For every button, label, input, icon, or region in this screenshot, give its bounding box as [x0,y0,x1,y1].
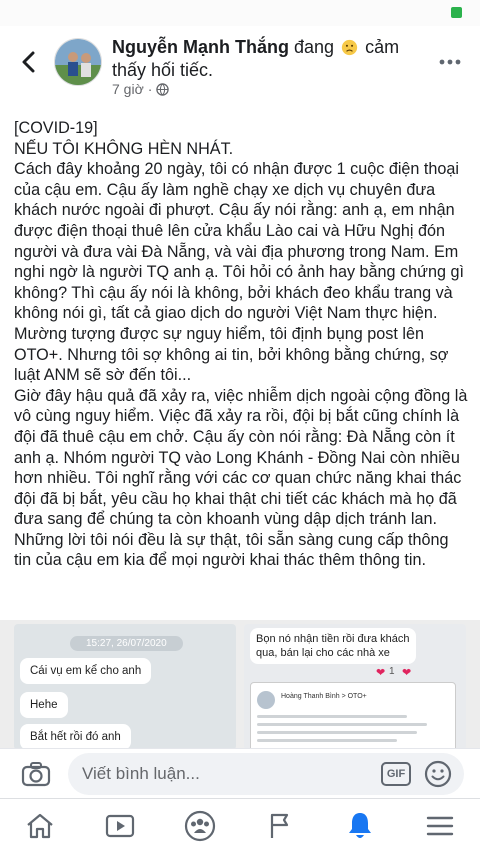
status-indicator-icon [451,7,462,18]
home-icon [27,813,53,839]
reaction-count: 1 [389,666,395,677]
post-photos: 15:27, 26/07/2020 Cái vụ em kể cho anh H… [0,620,480,748]
camera-button[interactable] [18,759,54,789]
heart-icon: ❤ [376,667,386,679]
gif-button[interactable]: GIF [381,762,411,786]
post-timestamp[interactable]: 7 giờ [112,81,144,97]
mini-author: Hoàng Thanh Bình > OTO+ [281,693,367,700]
nav-pages[interactable] [250,799,310,853]
chat-bubble: Bắt hết rồi đó anh [20,724,131,748]
more-options-button[interactable] [438,50,462,74]
smiley-icon [424,760,452,788]
post-paragraph: Cách đây khoảng 20 ngày, tôi có nhận đượ… [14,160,469,385]
post-paragraph: Những lời tôi nói đều là sự thật, tôi sẵ… [14,530,454,570]
pages-flag-icon [270,813,289,838]
author-line: Nguyễn Mạnh Thắng đang cảm thấy hối tiếc… [112,36,422,82]
heart-icon: ❤ [402,667,412,679]
menu-icon [426,816,454,836]
chevron-left-icon [22,51,35,73]
nav-groups[interactable] [170,799,230,853]
nav-menu[interactable] [410,799,470,853]
photo-chat-screenshot-right[interactable]: Bọn nó nhận tiền rồi đưa khách qua, bán … [244,624,466,748]
nav-watch[interactable] [90,799,150,853]
mini-post-screenshot: Hoàng Thanh Bình > OTO+ [250,682,456,748]
watch-icon [105,814,135,838]
chat-bubble: Bọn nó nhận tiền rồi đưa khách qua, bán … [250,628,416,664]
status-bar [0,0,480,26]
post-paragraph: Giờ đây hậu quả đã xảy ra, việc nhiễm dị… [14,386,472,529]
camera-icon [21,762,51,787]
emoji-button[interactable] [424,760,452,788]
sad-face-icon [341,39,358,56]
groups-icon [184,810,216,842]
notifications-bell-icon [349,813,371,838]
nav-home[interactable] [10,799,70,853]
photo-chat-screenshot-left[interactable]: 15:27, 26/07/2020 Cái vụ em kể cho anh H… [14,624,236,748]
feeling-prefix: đang [294,37,335,57]
globe-icon [156,82,170,96]
chat-bubble: Hehe [20,692,68,718]
post-header: Nguyễn Mạnh Thắng đang cảm thấy hối tiếc… [0,26,480,106]
comment-bar: GIF [0,748,480,798]
chat-bubble: Cái vụ em kể cho anh [20,658,152,684]
author-name[interactable]: Nguyễn Mạnh Thắng [112,37,289,57]
post-meta: 7 giờ · [112,81,170,97]
more-dots-icon [439,59,461,65]
avatar[interactable] [54,38,102,86]
mini-avatar [257,691,275,709]
post-paragraph: [COVID-19] [14,119,98,137]
nav-notifications[interactable] [330,799,390,853]
bottom-nav [0,798,480,853]
chat-date: 15:27, 26/07/2020 [70,636,183,651]
back-button[interactable] [14,48,42,76]
post-text: [COVID-19] NẾU TÔI KHÔNG HÈN NHÁT. Cách … [14,118,470,571]
post-paragraph: NẾU TÔI KHÔNG HÈN NHÁT. [14,139,234,158]
